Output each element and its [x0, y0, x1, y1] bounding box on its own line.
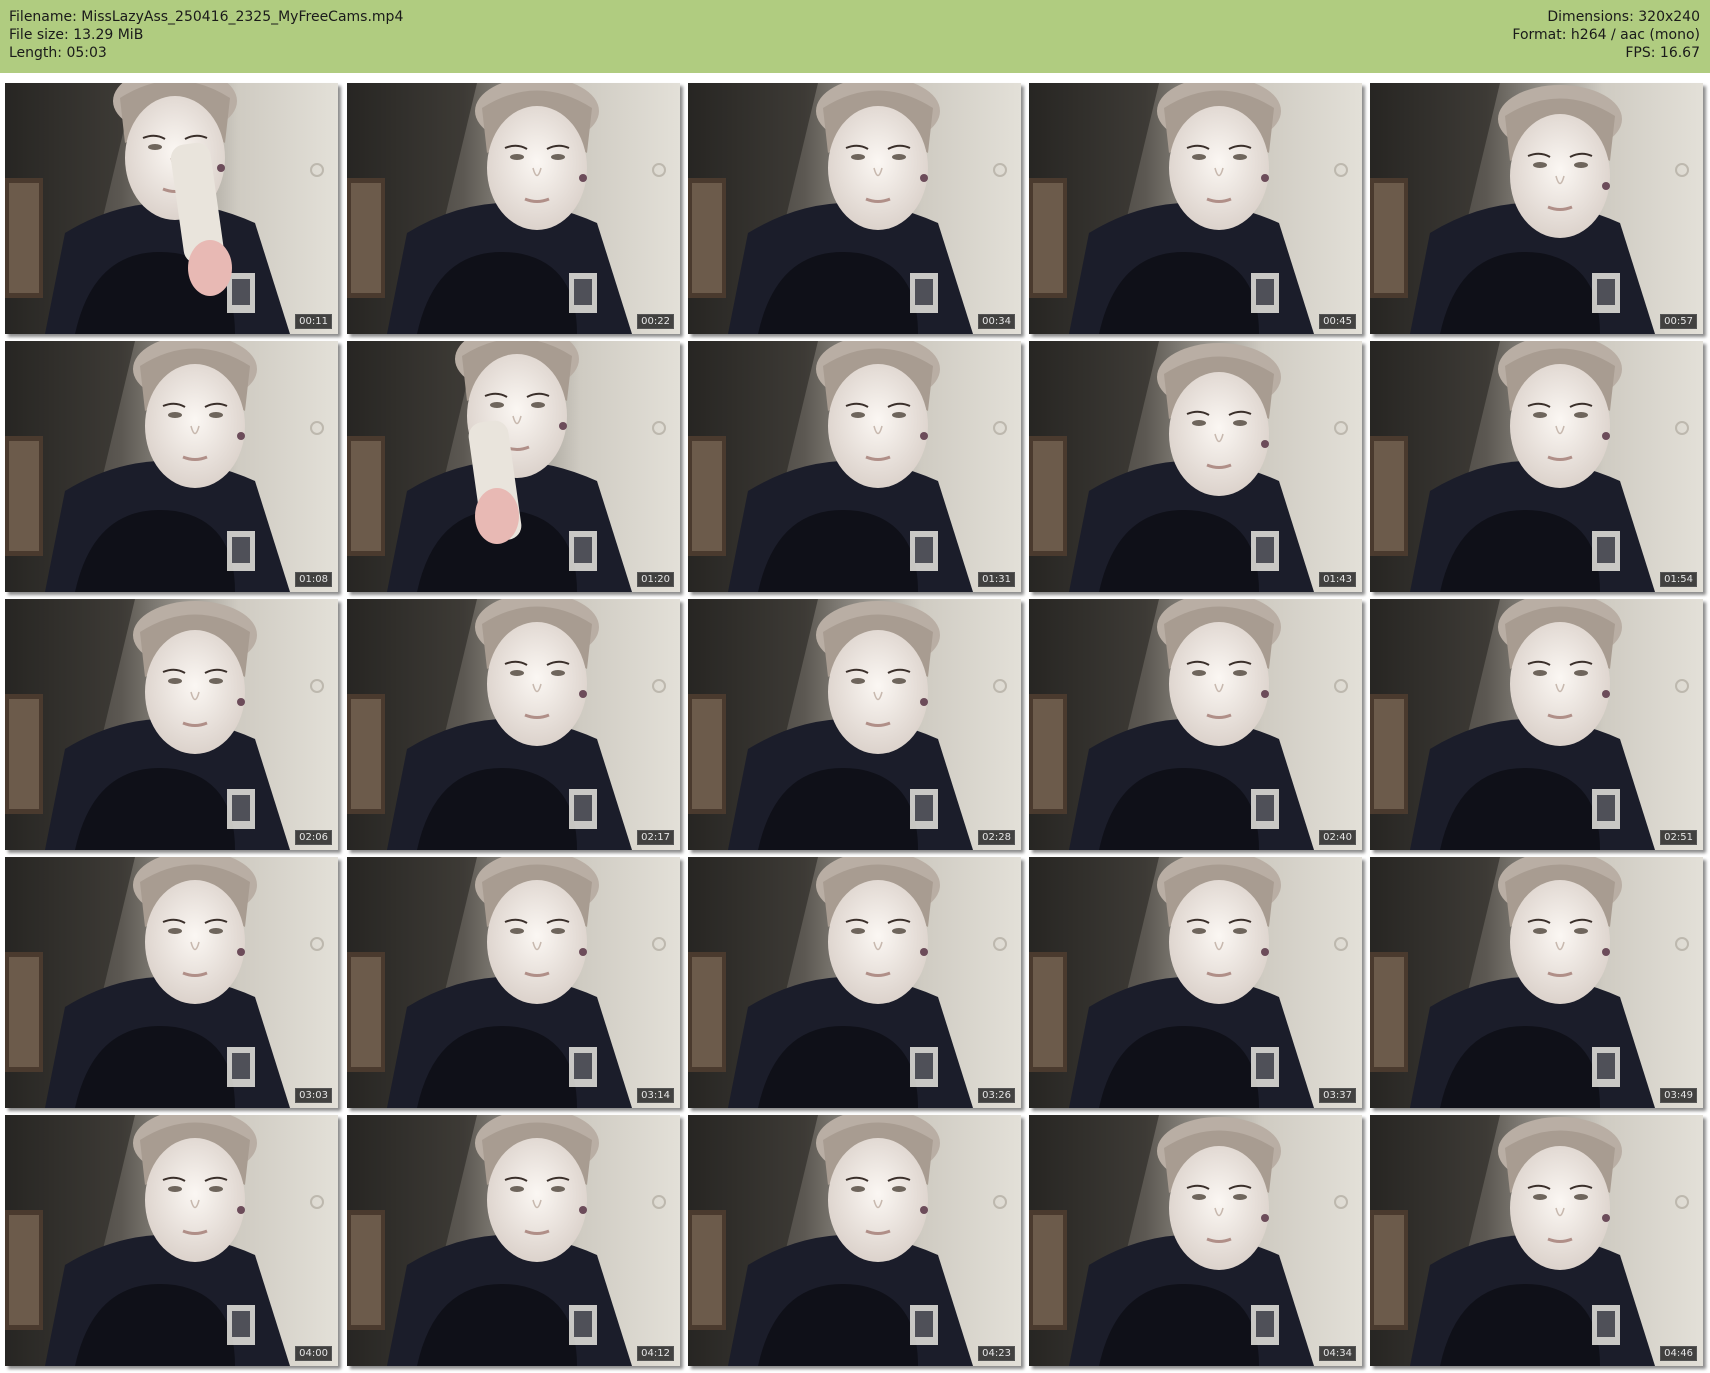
- thumbnail[interactable]: 04:00: [5, 1115, 338, 1366]
- thumbnail[interactable]: 01:08: [5, 341, 338, 592]
- thumbnail[interactable]: 01:43: [1029, 341, 1362, 592]
- timestamp-label: 03:37: [1319, 1088, 1356, 1103]
- thumbnail[interactable]: 04:46: [1370, 1115, 1703, 1366]
- thumbnail[interactable]: 02:17: [347, 599, 680, 850]
- frame-image: [347, 1115, 680, 1366]
- thumbnail[interactable]: 03:37: [1029, 857, 1362, 1108]
- thumbnail[interactable]: 00:57: [1370, 83, 1703, 334]
- info-header: Filename: MissLazyAss_250416_2325_MyFree…: [0, 0, 1710, 73]
- frame-image: [688, 857, 1021, 1108]
- thumbnail[interactable]: 02:06: [5, 599, 338, 850]
- frame-image: [5, 857, 338, 1108]
- timestamp-label: 02:40: [1319, 830, 1356, 845]
- timestamp-label: 04:46: [1660, 1346, 1697, 1361]
- timestamp-label: 03:26: [978, 1088, 1015, 1103]
- frame-image: [1370, 599, 1703, 850]
- thumbnail[interactable]: 04:12: [347, 1115, 680, 1366]
- thumbnail[interactable]: 02:40: [1029, 599, 1362, 850]
- dimensions-text: Dimensions: 320x240: [1547, 9, 1700, 25]
- thumbnail[interactable]: 03:26: [688, 857, 1021, 1108]
- frame-image: [1370, 341, 1703, 592]
- frame-image: [347, 857, 680, 1108]
- frame-image: [1370, 857, 1703, 1108]
- thumbnail[interactable]: 00:11: [5, 83, 338, 334]
- timestamp-label: 01:08: [295, 572, 332, 587]
- timestamp-label: 02:51: [1660, 830, 1697, 845]
- thumbnail[interactable]: 01:20: [347, 341, 680, 592]
- timestamp-label: 03:49: [1660, 1088, 1697, 1103]
- timestamp-label: 04:00: [295, 1346, 332, 1361]
- filesize-text: File size: 13.29 MiB: [9, 27, 144, 43]
- frame-image: [5, 83, 338, 334]
- frame-image: [5, 1115, 338, 1366]
- frame-image: [1370, 83, 1703, 334]
- timestamp-label: 04:12: [637, 1346, 674, 1361]
- timestamp-label: 04:23: [978, 1346, 1015, 1361]
- timestamp-label: 00:34: [978, 314, 1015, 329]
- timestamp-label: 02:17: [637, 830, 674, 845]
- frame-image: [347, 599, 680, 850]
- thumbnail[interactable]: 04:23: [688, 1115, 1021, 1366]
- timestamp-label: 00:45: [1319, 314, 1356, 329]
- frame-image: [5, 341, 338, 592]
- thumbnail[interactable]: 03:14: [347, 857, 680, 1108]
- frame-image: [1370, 1115, 1703, 1366]
- frame-image: [347, 83, 680, 334]
- timestamp-label: 00:11: [295, 314, 332, 329]
- thumbnail-grid: 00:11 00:22 00:34 00:45 00:57 01:08 01:2…: [0, 73, 1710, 1373]
- file-info-right: Dimensions: 320x240 Format: h264 / aac (…: [1512, 8, 1700, 62]
- frame-image: [688, 1115, 1021, 1366]
- thumbnail[interactable]: 03:03: [5, 857, 338, 1108]
- timestamp-label: 00:57: [1660, 314, 1697, 329]
- thumbnail[interactable]: 01:54: [1370, 341, 1703, 592]
- frame-image: [1029, 341, 1362, 592]
- thumbnail[interactable]: 00:22: [347, 83, 680, 334]
- format-text: Format: h264 / aac (mono): [1512, 27, 1700, 43]
- frame-image: [1029, 83, 1362, 334]
- thumbnail[interactable]: 02:51: [1370, 599, 1703, 850]
- length-text: Length: 05:03: [9, 45, 107, 61]
- timestamp-label: 02:28: [978, 830, 1015, 845]
- frame-image: [688, 599, 1021, 850]
- thumbnail[interactable]: 01:31: [688, 341, 1021, 592]
- timestamp-label: 01:20: [637, 572, 674, 587]
- frame-image: [1029, 1115, 1362, 1366]
- frame-image: [1029, 857, 1362, 1108]
- fps-text: FPS: 16.67: [1625, 45, 1700, 61]
- thumbnail[interactable]: 04:34: [1029, 1115, 1362, 1366]
- thumbnail[interactable]: 00:34: [688, 83, 1021, 334]
- filename-text: Filename: MissLazyAss_250416_2325_MyFree…: [9, 9, 404, 25]
- frame-image: [347, 341, 680, 592]
- timestamp-label: 04:34: [1319, 1346, 1356, 1361]
- timestamp-label: 01:54: [1660, 572, 1697, 587]
- frame-image: [5, 599, 338, 850]
- thumbnail[interactable]: 00:45: [1029, 83, 1362, 334]
- thumbnail[interactable]: 02:28: [688, 599, 1021, 850]
- timestamp-label: 00:22: [637, 314, 674, 329]
- timestamp-label: 02:06: [295, 830, 332, 845]
- timestamp-label: 03:03: [295, 1088, 332, 1103]
- timestamp-label: 01:43: [1319, 572, 1356, 587]
- thumbnail[interactable]: 03:49: [1370, 857, 1703, 1108]
- frame-image: [688, 341, 1021, 592]
- frame-image: [688, 83, 1021, 334]
- file-info-left: Filename: MissLazyAss_250416_2325_MyFree…: [9, 8, 403, 62]
- timestamp-label: 03:14: [637, 1088, 674, 1103]
- timestamp-label: 01:31: [978, 572, 1015, 587]
- frame-image: [1029, 599, 1362, 850]
